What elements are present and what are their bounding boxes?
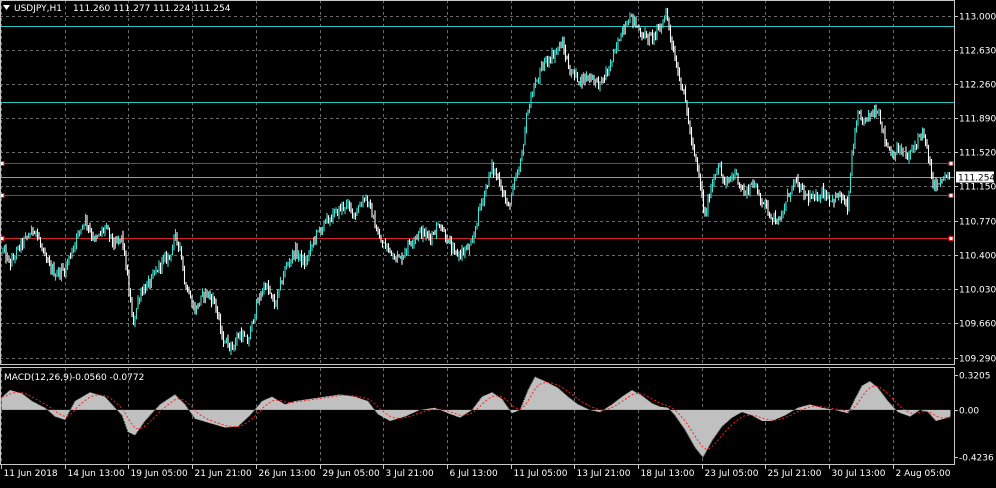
macd-tick-label: 0.3205: [959, 372, 991, 382]
time-tick-label: 3 Jul 21:00: [386, 469, 435, 479]
price-tick-label: 113.000: [959, 13, 996, 23]
time-tick-label: 14 Jun 13:00: [68, 469, 125, 479]
time-tick-label: 30 Jul 13:00: [832, 469, 886, 479]
macd-tick-label: 0.00: [959, 407, 979, 417]
price-tick-label: 109.290: [959, 355, 996, 365]
macd-tick-label: -0.4236: [959, 454, 994, 464]
current-price-text: 111.254: [958, 174, 995, 184]
price-tick-label: 110.030: [959, 286, 996, 296]
macd-header: MACD(12,26,9) -0.0560 -0.0772: [4, 373, 144, 383]
price-tick-label: 110.400: [959, 252, 996, 262]
time-tick-label: 26 Jun 13:00: [259, 469, 316, 479]
time-tick-label: 11 Jun 2018: [4, 469, 58, 479]
symbol-label: USDJPY,H1: [14, 4, 62, 14]
time-tick-label: 2 Aug 05:00: [896, 469, 951, 479]
price-tick-label: 109.660: [959, 320, 996, 330]
price-tick-label: 111.890: [959, 115, 996, 125]
time-tick-label: 23 Jul 05:00: [705, 469, 759, 479]
macd-values: -0.0560 -0.0772: [72, 373, 144, 383]
time-tick-label: 11 Jul 05:00: [514, 469, 568, 479]
trading-chart[interactable]: 113.000 112.630 112.260 111.890 111.520 111.1…: [0, 0, 996, 484]
macd-label: MACD(12,26,9): [4, 373, 72, 383]
time-tick-label: 18 Jul 13:00: [641, 469, 695, 479]
time-tick-label: 25 Jul 21:00: [768, 469, 822, 479]
time-tick-label: 29 Jun 05:00: [323, 469, 380, 479]
price-tick-label: 110.770: [959, 218, 996, 228]
time-tick-label: 19 Jun 05:00: [131, 469, 188, 479]
current-price-tag: 111.254: [956, 171, 995, 184]
level-handle-right[interactable]: [948, 161, 954, 166]
time-tick-label: 6 Jul 13:00: [450, 469, 499, 479]
chart-header: USDJPY,H1 111.260 111.277 111.224 111.25…: [3, 4, 231, 14]
time-tick-label: 21 Jun 21:00: [195, 469, 252, 479]
chart-canvas[interactable]: 113.000 112.630 112.260 111.890 111.520 111.1…: [0, 0, 996, 484]
time-tick-label: 13 Jul 21:00: [577, 469, 631, 479]
ohlc-values: 111.260 111.277 111.224 111.254: [73, 4, 231, 14]
price-tick-label: 112.260: [959, 81, 996, 91]
level-handle-right[interactable]: [948, 236, 954, 241]
price-tick-label: 111.520: [959, 149, 996, 159]
level-handle-right[interactable]: [948, 193, 954, 198]
price-tick-label: 111.150: [959, 183, 996, 193]
price-tick-label: 112.630: [959, 47, 996, 57]
